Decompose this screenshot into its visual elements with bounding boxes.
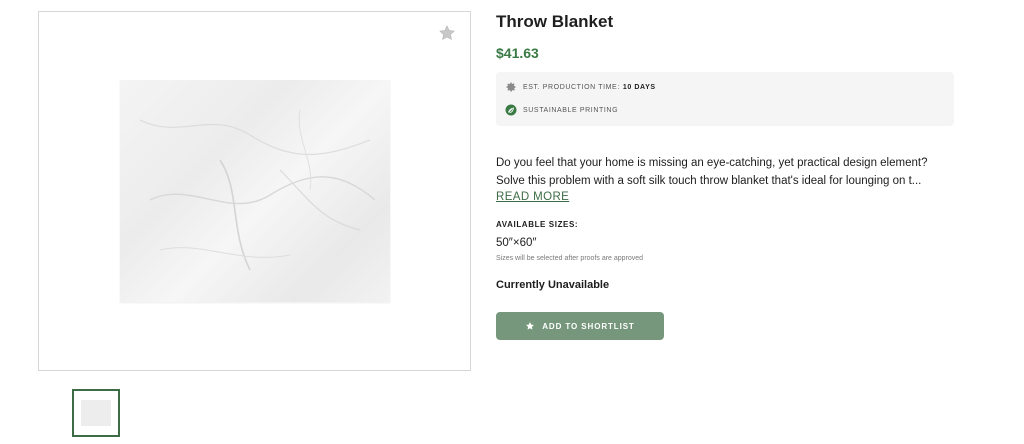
description-line: Do you feel that your home is missing an…: [496, 157, 928, 169]
description-line: Solve this problem with a soft silk touc…: [496, 174, 922, 187]
product-price: $41.63: [496, 45, 539, 61]
gear-icon: [505, 81, 517, 93]
feature-value: 10 DAYS: [622, 83, 656, 91]
add-to-shortlist-button[interactable]: ADD TO SHORTLIST: [496, 312, 664, 340]
star-icon: [525, 321, 535, 331]
star-icon[interactable]: [438, 24, 456, 42]
feature-label: EST. PRODUCTION TIME:: [523, 83, 620, 91]
product-image: [120, 80, 390, 302]
feature-production-time: EST. PRODUCTION TIME: 10 DAYS: [505, 81, 656, 93]
feature-sustainable: SUSTAINABLE PRINTING: [505, 104, 618, 116]
leaf-icon: [505, 104, 517, 116]
size-value: 50″×60″: [496, 237, 537, 249]
availability-status: Currently Unavailable: [496, 279, 610, 291]
sizes-label: AVAILABLE SIZES:: [496, 220, 579, 229]
read-more-link[interactable]: READ MORE: [496, 191, 569, 203]
product-image-frame: [38, 11, 471, 371]
product-page: Throw Blanket $41.63 EST. PRODUCTION TIM…: [0, 0, 1024, 444]
thumbnail-preview: [81, 400, 111, 426]
feature-label: SUSTAINABLE PRINTING: [523, 106, 619, 114]
features-box: EST. PRODUCTION TIME: 10 DAYS SUSTAINABL…: [496, 72, 954, 126]
thumbnail-image[interactable]: [72, 389, 120, 437]
shortlist-button-label: ADD TO SHORTLIST: [542, 321, 635, 331]
product-title: Throw Blanket: [496, 12, 614, 31]
size-note: Sizes will be selected after proofs are …: [496, 255, 644, 262]
product-description: Do you feel that your home is missing an…: [496, 155, 958, 190]
